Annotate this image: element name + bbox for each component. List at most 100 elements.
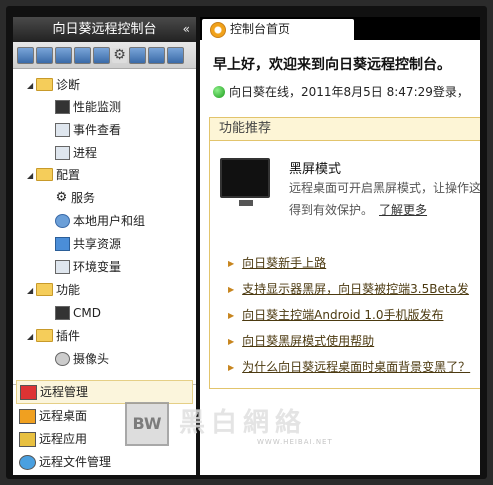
remote-desktop-item[interactable]: 远程桌面 [16, 405, 193, 427]
event-viewer-icon [55, 122, 70, 137]
tree-item-events[interactable]: 事件查看 [55, 120, 121, 140]
tree-item-label: CMD [73, 306, 101, 320]
news-item: ▶ 向日葵主控端Android 1.0手机版发布 [228, 302, 470, 328]
collapse-sidebar-button[interactable]: « [183, 17, 190, 42]
monitor-icon [220, 158, 270, 206]
tree-node-label: 插件 [56, 329, 81, 343]
feature-description: 远程桌面可开启黑屏模式，让操作这 [289, 181, 480, 195]
tree-item-services[interactable]: ⚙ 服务 [55, 188, 95, 208]
performance-icon[interactable] [74, 46, 91, 64]
collapse-arrow-icon[interactable]: ◢ [27, 327, 36, 347]
list-icon[interactable] [93, 46, 110, 64]
feature-title: 黑屏模式 [289, 162, 342, 177]
tree-item-label: 性能监测 [73, 100, 122, 114]
tree-item-label: 共享资源 [73, 237, 122, 251]
feature-description-2: 得到有效保护。 了解更多 [289, 201, 427, 218]
news-item: ▶ 向日葵黑屏模式使用帮助 [228, 328, 470, 354]
tree-item-label: 事件查看 [73, 123, 122, 137]
share-icon [55, 236, 70, 251]
tab-label: 控制台首页 [230, 22, 291, 36]
tree-item-label: 摄像头 [73, 352, 110, 366]
remote-app-item[interactable]: 远程应用 [16, 428, 193, 450]
tree-item-label: 本地用户和组 [73, 214, 146, 228]
sidebar-title: 向日葵远程控制台 [52, 22, 157, 37]
collapse-arrow-icon[interactable]: ◢ [27, 76, 36, 96]
tab-console-home[interactable]: 控制台首页 [202, 19, 354, 40]
users-icon[interactable] [129, 46, 146, 64]
gear-icon[interactable]: ⚙ [112, 47, 127, 63]
news-link[interactable]: 向日葵黑屏模式使用帮助 [242, 334, 374, 348]
bullet-arrow-icon: ▶ [228, 258, 235, 268]
tree-item-label: 服务 [71, 191, 96, 205]
tree-item-camera[interactable]: 摄像头 [55, 349, 109, 369]
environment-icon[interactable] [167, 46, 184, 64]
performance-monitor-icon [55, 99, 70, 114]
folder-icon [36, 329, 53, 342]
greeting-text: 早上好，欢迎来到向日葵远程控制台。 [213, 57, 451, 73]
remote-manage-icon [20, 385, 37, 400]
news-link[interactable]: 向日葵新手上路 [242, 256, 326, 270]
feature-description-tail: 得到有效保护。 [289, 203, 374, 217]
learn-more-link[interactable]: 了解更多 [379, 203, 427, 217]
tab-strip: 控制台首页 [200, 17, 480, 40]
sidebar-header: 向日葵远程控制台 « [13, 17, 196, 42]
feature-recommend-panel: 功能推荐 黑屏模式 远程桌面可开启黑屏模式，让操作这 得到有效保护。 了解更多 ▶… [209, 117, 480, 389]
folder-icon [36, 283, 53, 296]
news-link[interactable]: 支持显示器黑屏，向日葵被控端3.5Beta发 [242, 282, 469, 296]
tree-item-env[interactable]: 环境变量 [55, 257, 121, 277]
process-list-icon [55, 145, 70, 160]
camera-icon [55, 351, 70, 366]
remote-function-list: 远程管理 远程桌面 远程应用 远程文件管理 [16, 380, 193, 474]
share-icon[interactable] [148, 46, 165, 64]
tree-item-local-users[interactable]: 本地用户和组 [55, 211, 145, 231]
terminal-icon [55, 305, 70, 320]
tree-node-plugin[interactable]: ◢ 插件 [27, 326, 80, 346]
tree-node-diagnose[interactable]: ◢ 诊断 [27, 75, 80, 95]
news-link[interactable]: 为什么向日葵远程桌面时桌面背景变黑了？ [242, 360, 470, 374]
main-content: 控制台首页 早上好，欢迎来到向日葵远程控制台。 向日葵在线，2011年8月5日 … [200, 17, 480, 475]
online-status-icon [213, 85, 225, 98]
folder-icon [36, 78, 53, 91]
tree-node-function[interactable]: ◢ 功能 [27, 280, 80, 300]
tree-item-share[interactable]: 共享资源 [55, 234, 121, 254]
remote-app-icon [19, 432, 36, 447]
tree-item-cmd[interactable]: CMD [55, 303, 101, 323]
remote-item-label: 远程管理 [40, 385, 89, 399]
tree-item-performance[interactable]: 性能监测 [55, 97, 121, 117]
folder-icon [36, 168, 53, 181]
remote-item-label: 远程桌面 [39, 409, 88, 423]
news-link[interactable]: 向日葵主控端Android 1.0手机版发布 [242, 308, 443, 322]
bullet-arrow-icon: ▶ [228, 310, 235, 320]
remote-manage-item[interactable]: 远程管理 [16, 380, 193, 404]
process-icon[interactable] [55, 46, 72, 64]
news-item: ▶ 为什么向日葵远程桌面时桌面背景变黑了？ [228, 354, 470, 380]
remote-file-item[interactable]: 远程文件管理 [16, 451, 193, 473]
sidebar-tree: ◢ 诊断 性能监测 事件查看 进程 ◢ 配置 ⚙ 服务 本地用户和组 共享资源 环境变… [13, 69, 196, 369]
tree-node-label: 诊断 [56, 78, 81, 92]
news-item: ▶ 向日葵新手上路 [228, 250, 470, 276]
status-text: 向日葵在线，2011年8月5日 8:47:29登录， [229, 85, 469, 99]
collapse-arrow-icon[interactable]: ◢ [27, 281, 36, 301]
tree-node-config[interactable]: ◢ 配置 [27, 165, 80, 185]
event-icon[interactable] [36, 46, 53, 64]
remote-item-label: 远程文件管理 [39, 455, 112, 469]
bullet-arrow-icon: ▶ [228, 284, 235, 294]
tree-item-process[interactable]: 进程 [55, 143, 97, 163]
sidebar: 向日葵远程控制台 « ⚙ ◢ 诊断 性能监测 事件查看 进程 ◢ 配置 ⚙服务 [13, 17, 196, 475]
collapse-arrow-icon[interactable]: ◢ [27, 166, 36, 186]
bullet-arrow-icon: ▶ [228, 362, 235, 372]
users-icon [55, 213, 70, 228]
sidebar-toolbar: ⚙ [13, 42, 196, 69]
remote-item-label: 远程应用 [39, 432, 88, 446]
environment-icon [55, 259, 70, 274]
tree-item-label: 环境变量 [73, 260, 122, 274]
recommend-header: 功能推荐 [210, 118, 480, 141]
remote-desktop-icon [19, 409, 36, 424]
tree-node-label: 功能 [56, 283, 81, 297]
status-row: 向日葵在线，2011年8月5日 8:47:29登录， [213, 83, 469, 100]
monitor-icon[interactable] [17, 46, 34, 64]
tree-node-label: 配置 [56, 168, 81, 182]
news-links: ▶ 向日葵新手上路 ▶ 支持显示器黑屏，向日葵被控端3.5Beta发 ▶ 向日葵主控端… [228, 250, 470, 380]
sunflower-icon [210, 22, 226, 38]
bullet-arrow-icon: ▶ [228, 336, 235, 346]
